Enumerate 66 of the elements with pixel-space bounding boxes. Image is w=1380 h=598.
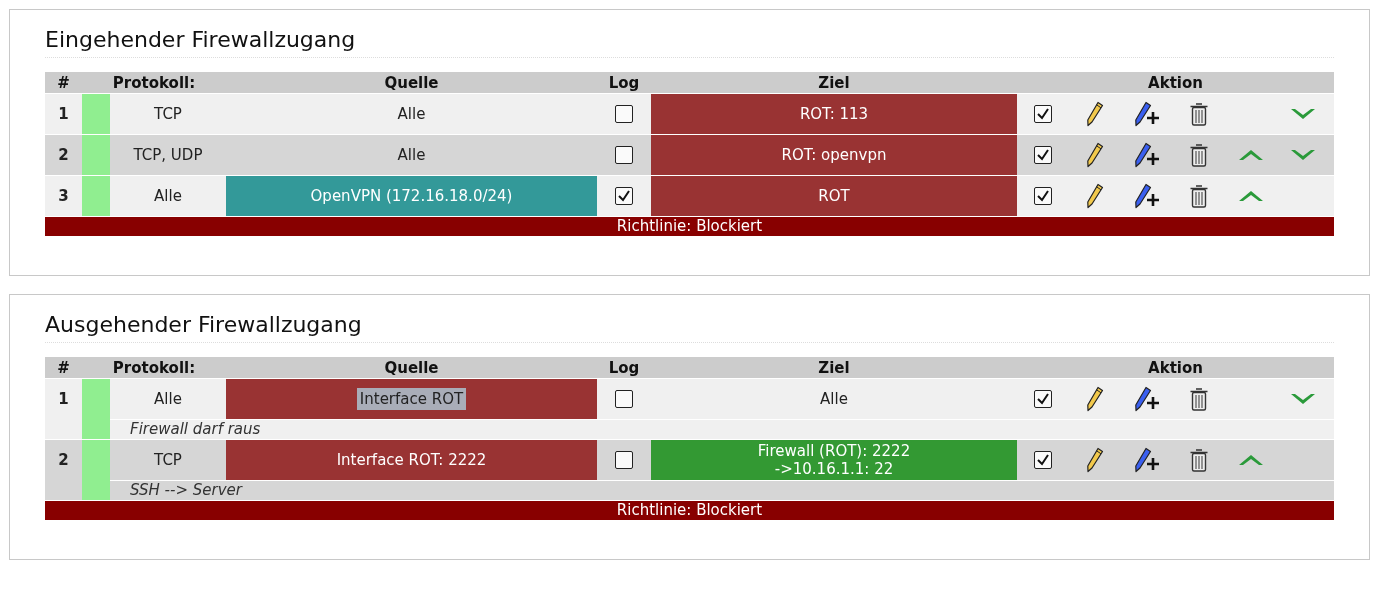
column-header: Ziel — [818, 73, 850, 92]
column-header: Protokoll: — [112, 73, 196, 92]
pencil-icon[interactable] — [1086, 183, 1104, 209]
log-checkbox[interactable] — [615, 390, 633, 409]
trash-icon[interactable] — [1189, 386, 1209, 412]
enable-checkbox[interactable] — [1034, 390, 1052, 408]
row-number: 3 — [58, 187, 69, 205]
remark-text: Firewall darf raus — [130, 420, 261, 438]
pencil-plus-icon[interactable] — [1134, 101, 1160, 127]
trash-icon[interactable] — [1189, 183, 1209, 209]
table-cell: Alle — [154, 187, 182, 205]
trash-icon[interactable] — [1189, 447, 1209, 473]
trash-icon[interactable] — [1189, 142, 1209, 168]
remark-text: SSH --> Server — [130, 481, 242, 499]
table-cell: Alle — [651, 379, 1017, 419]
pencil-icon[interactable] — [1086, 386, 1104, 412]
pencil-icon[interactable] — [1086, 142, 1104, 168]
section-title: Eingehender Firewallzugang — [45, 27, 356, 52]
table-cell: TCP, UDP — [133, 146, 203, 164]
pencil-plus-icon[interactable] — [1134, 183, 1160, 209]
column-header: Aktion — [1148, 358, 1203, 377]
table-cell: TCP — [154, 451, 182, 469]
column-header: Protokoll: — [112, 358, 196, 377]
enable-checkbox[interactable] — [1034, 105, 1052, 123]
table-cell: ROT — [651, 176, 1017, 216]
row-number: 2 — [58, 146, 69, 164]
section-title: Ausgehender Firewallzugang — [45, 312, 362, 337]
row-number: 1 — [58, 105, 69, 123]
column-header: Log — [608, 358, 640, 377]
table-cell: Alle — [154, 390, 182, 408]
pencil-plus-icon[interactable] — [1134, 447, 1160, 473]
column-header: Log — [608, 73, 640, 92]
chevron-up-icon[interactable] — [1238, 189, 1264, 203]
column-header: Ziel — [818, 358, 850, 377]
table-cell: Interface ROT: 2222 — [226, 440, 597, 480]
policy-bar: Richtlinie: Blockiert — [45, 217, 1334, 236]
row-number: 2 — [58, 451, 69, 469]
table-cell: TCP — [154, 105, 182, 123]
table-cell: Alle — [226, 94, 597, 134]
column-header: Quelle — [384, 358, 439, 377]
log-checkbox[interactable] — [615, 187, 633, 206]
log-checkbox[interactable] — [615, 146, 633, 165]
log-checkbox[interactable] — [615, 451, 633, 470]
table-cell: Interface ROT — [226, 379, 597, 419]
pencil-plus-icon[interactable] — [1134, 386, 1160, 412]
column-header: Aktion — [1148, 73, 1203, 92]
log-checkbox[interactable] — [615, 105, 633, 124]
table-cell: OpenVPN (172.16.18.0/24) — [226, 176, 597, 216]
pencil-icon[interactable] — [1086, 101, 1104, 127]
chevron-down-icon[interactable] — [1290, 392, 1316, 406]
enable-checkbox[interactable] — [1034, 187, 1052, 205]
column-header: # — [57, 73, 70, 92]
pencil-icon[interactable] — [1086, 447, 1104, 473]
table-cell: Alle — [226, 135, 597, 175]
trash-icon[interactable] — [1189, 101, 1209, 127]
table-cell: ROT: openvpn — [651, 135, 1017, 175]
pencil-plus-icon[interactable] — [1134, 142, 1160, 168]
policy-bar: Richtlinie: Blockiert — [45, 501, 1334, 520]
column-header: # — [57, 358, 70, 377]
enable-checkbox[interactable] — [1034, 451, 1052, 469]
chevron-down-icon[interactable] — [1290, 107, 1316, 121]
column-header: Quelle — [384, 73, 439, 92]
row-number: 1 — [58, 390, 69, 408]
enable-checkbox[interactable] — [1034, 146, 1052, 164]
table-cell: ROT: 113 — [651, 94, 1017, 134]
table-cell: Firewall (ROT): 2222 ->10.16.1.1: 22 — [651, 440, 1017, 480]
